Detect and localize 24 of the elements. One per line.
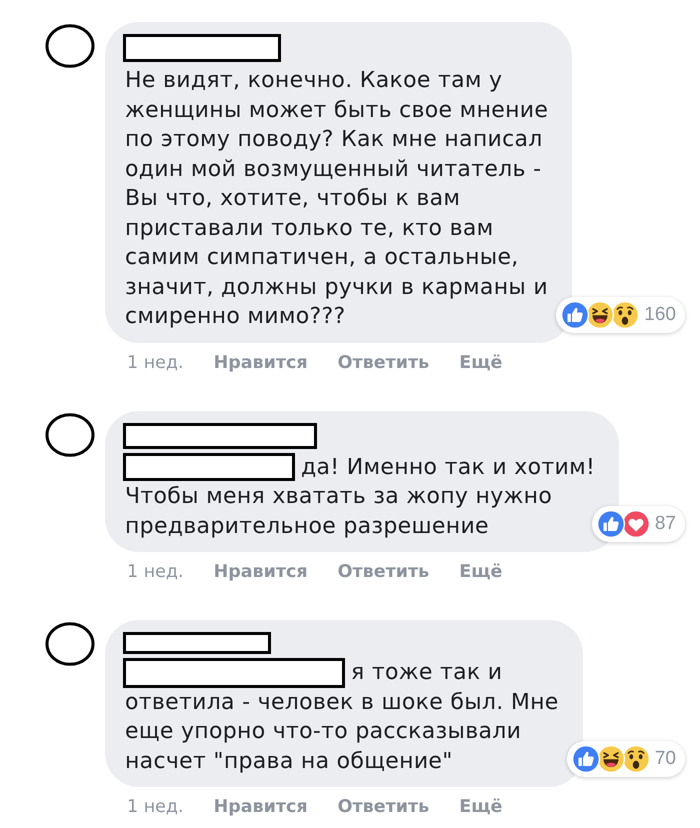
comment-time: 1 нед. bbox=[127, 352, 184, 374]
avatar-icon bbox=[45, 412, 95, 456]
thumbs-up-icon bbox=[596, 509, 626, 539]
comment-text: Не видят, конечно. Какое там у женщины может быть свое мнение по этому поводу? Как мне написал один мой возмущенный читатель - Вы что, хотите, чтобы к вам приставали только те, кто вам самим симпатичен, а остальные, значит, должны ручки в карманы и смиренно мимо??? bbox=[125, 67, 548, 331]
like-link[interactable]: Нравится bbox=[214, 561, 308, 583]
like-link[interactable]: Нравится bbox=[214, 352, 308, 374]
reply-link[interactable]: Ответить bbox=[338, 352, 430, 374]
reactions-button[interactable]: 70 bbox=[566, 741, 685, 777]
comment-time: 1 нед. bbox=[127, 561, 184, 583]
thumbs-up-icon bbox=[560, 300, 590, 330]
like-link[interactable]: Нравится bbox=[214, 796, 308, 818]
comment-time: 1 нед. bbox=[127, 796, 184, 818]
more-link[interactable]: Ещё bbox=[459, 561, 502, 583]
avatar-icon bbox=[45, 622, 95, 666]
reactions-button[interactable]: 160 bbox=[556, 296, 685, 332]
comment-text: я тоже так и ответила - человек в шоке был. Мне еще упорно что-то рассказывали насчет "права на общение" bbox=[125, 659, 559, 776]
avatar-icon bbox=[45, 24, 95, 68]
thumbs-up-icon bbox=[570, 744, 601, 774]
laughing-face-icon bbox=[585, 300, 616, 330]
reactions-button[interactable]: 87 bbox=[592, 506, 685, 542]
reply-link[interactable]: Ответить bbox=[338, 796, 430, 818]
more-link[interactable]: Ещё bbox=[459, 796, 502, 818]
more-link[interactable]: Ещё bbox=[459, 352, 502, 374]
reply-link[interactable]: Ответить bbox=[338, 561, 430, 583]
